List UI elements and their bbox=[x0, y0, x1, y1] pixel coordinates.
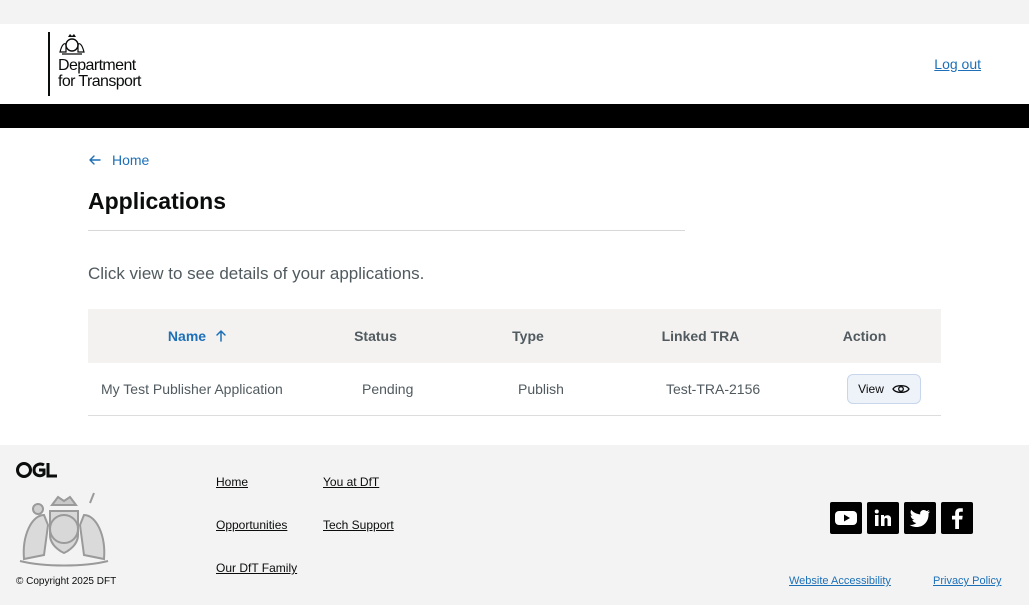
site-footer: © Copyright 2025 DFT Home You at DfT Opp… bbox=[0, 445, 1029, 605]
ogl-logo-icon[interactable] bbox=[16, 461, 58, 479]
top-strip bbox=[0, 0, 1029, 24]
header-bar bbox=[0, 104, 1029, 128]
column-header-name-label: Name bbox=[167, 328, 207, 344]
cell-name: My Test Publisher Application bbox=[101, 381, 283, 397]
cell-linked-tra: Test-TRA-2156 bbox=[666, 381, 761, 397]
cell-type: Publish bbox=[518, 381, 564, 397]
column-header-action: Action bbox=[842, 328, 887, 344]
column-header-name[interactable]: Name bbox=[88, 328, 308, 344]
facebook-icon[interactable] bbox=[941, 502, 973, 534]
footer-link-website-accessibility[interactable]: Website Accessibility bbox=[789, 575, 891, 587]
column-header-linked-tra: Linked TRA bbox=[661, 328, 740, 344]
twitter-icon[interactable] bbox=[904, 502, 936, 534]
youtube-icon[interactable] bbox=[830, 502, 862, 534]
applications-table: Name Status Type Linked TRA Action My Te… bbox=[88, 309, 941, 416]
table-header: Name Status Type Linked TRA Action bbox=[88, 309, 941, 363]
view-button[interactable]: View bbox=[847, 374, 921, 404]
logo-text: Department for Transport bbox=[58, 57, 142, 90]
royal-crest-icon bbox=[59, 34, 85, 55]
view-button-label: View bbox=[858, 382, 884, 396]
logout-link[interactable]: Log out bbox=[934, 56, 981, 72]
sort-ascending-icon bbox=[216, 330, 226, 342]
logo-line-2: for Transport bbox=[58, 73, 142, 90]
footer-link-tech-support[interactable]: Tech Support bbox=[323, 518, 394, 532]
footer-link-home[interactable]: Home bbox=[216, 475, 248, 489]
page-title: Applications bbox=[88, 188, 227, 214]
cell-action: View bbox=[827, 374, 941, 404]
back-link-home[interactable]: Home bbox=[88, 152, 149, 168]
footer-link-opportunities[interactable]: Opportunities bbox=[216, 518, 287, 532]
footer-link-you-at-dft[interactable]: You at DfT bbox=[323, 475, 379, 489]
cell-status: Pending bbox=[362, 381, 414, 397]
eye-icon bbox=[892, 384, 910, 394]
main-content: Home Applications Click view to see deta… bbox=[0, 128, 1029, 445]
footer-link-privacy-policy[interactable]: Privacy Policy bbox=[933, 575, 1001, 587]
royal-coat-of-arms-icon bbox=[19, 492, 109, 567]
column-header-status: Status bbox=[354, 328, 397, 344]
site-header: Department for Transport Log out bbox=[0, 24, 1029, 104]
page-lead: Click view to see details of your applic… bbox=[88, 264, 425, 283]
column-header-type: Type bbox=[512, 328, 544, 344]
title-divider bbox=[88, 230, 685, 231]
copyright-text: © Copyright 2025 DFT bbox=[16, 576, 117, 587]
dft-logo[interactable]: Department for Transport bbox=[48, 32, 158, 96]
arrow-left-icon bbox=[89, 155, 101, 165]
back-link-label: Home bbox=[112, 152, 150, 168]
table-row: My Test Publisher Application Pending Pu… bbox=[88, 363, 941, 416]
footer-link-our-dft-family[interactable]: Our DfT Family bbox=[216, 561, 297, 575]
linkedin-icon[interactable] bbox=[867, 502, 899, 534]
logo-line-1: Department bbox=[58, 57, 136, 74]
